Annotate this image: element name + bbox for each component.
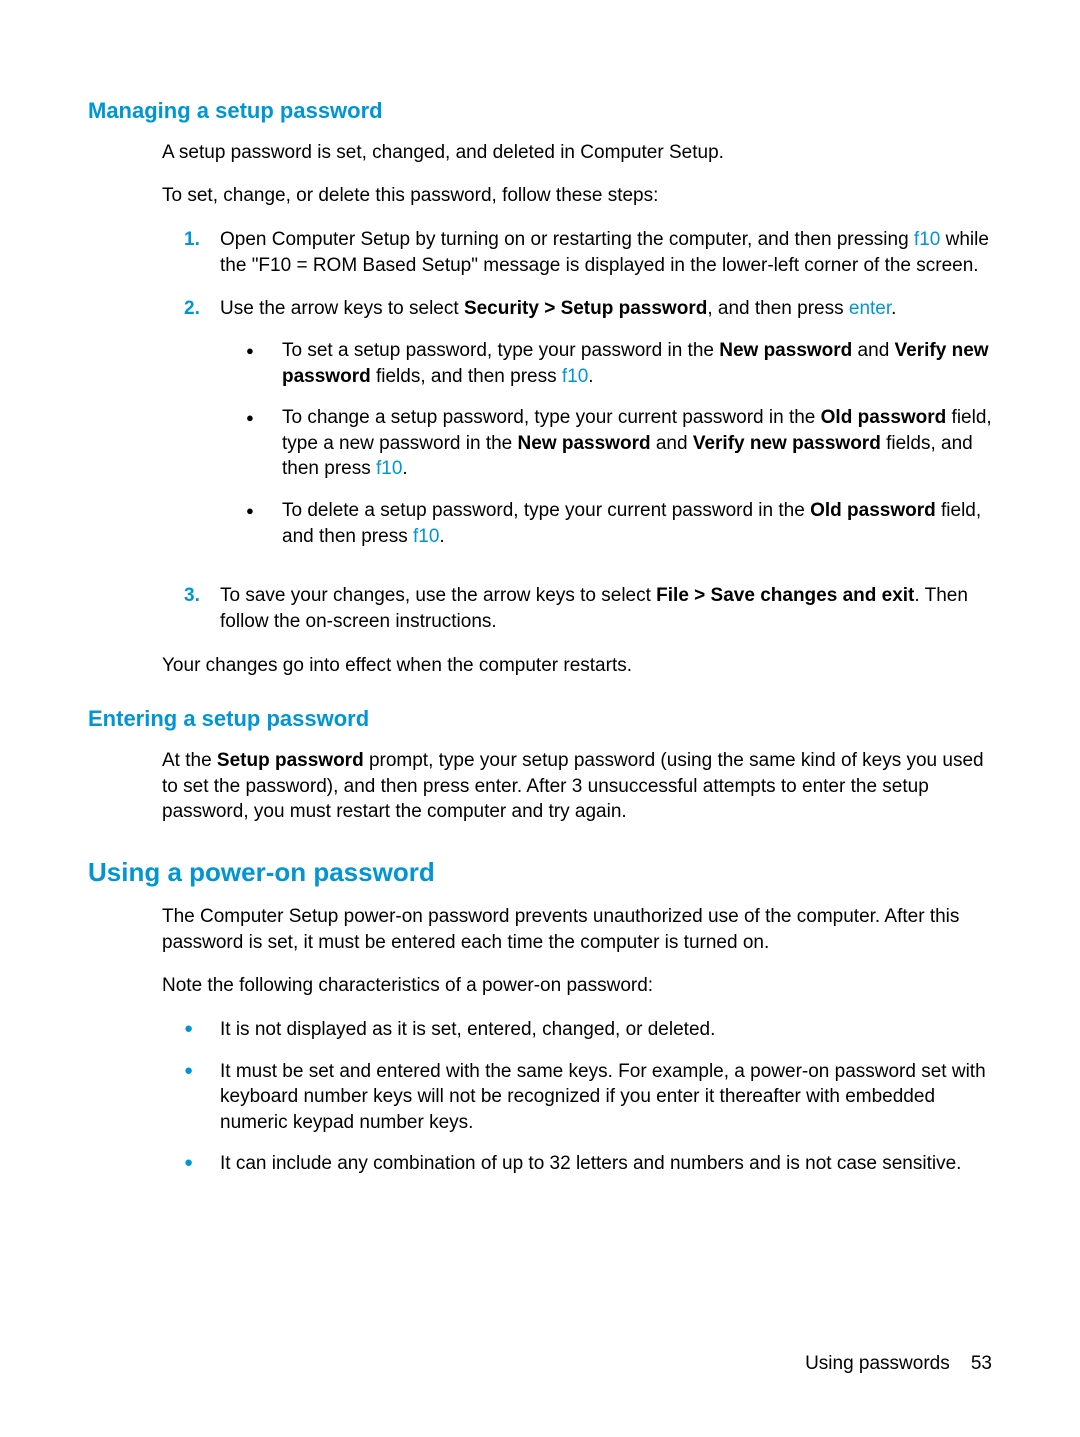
bullet-icon: ● <box>246 498 282 549</box>
page-footer: Using passwords 53 <box>805 1351 992 1377</box>
text: . <box>588 366 593 387</box>
page-number: 53 <box>971 1353 992 1374</box>
bold-text: Setup password <box>217 750 364 771</box>
bold-text: Old password <box>821 407 947 428</box>
ordered-list: 1. Open Computer Setup by turning on or … <box>184 227 992 635</box>
bold-text: Security > Setup password <box>464 298 707 319</box>
text: fields, and then press <box>371 366 562 387</box>
paragraph: To set, change, or delete this password,… <box>162 183 992 209</box>
keycap-f10: f10 <box>562 366 588 387</box>
keycap-f10: f10 <box>376 458 402 479</box>
heading-entering-setup-password: Entering a setup password <box>88 704 992 734</box>
text: Use the arrow keys to select <box>220 298 464 319</box>
heading-managing-setup-password: Managing a setup password <box>88 96 992 126</box>
step-content: Use the arrow keys to select Security > … <box>220 296 992 565</box>
text: . <box>402 458 407 479</box>
bullet-content: It is not displayed as it is set, entere… <box>220 1017 992 1043</box>
text: and <box>651 433 693 454</box>
text: . <box>891 298 896 319</box>
bullet-icon: ● <box>184 1151 220 1177</box>
text: At the <box>162 750 217 771</box>
step-content: Open Computer Setup by turning on or res… <box>220 227 992 278</box>
bold-text: Old password <box>810 500 936 521</box>
list-step-2: 2. Use the arrow keys to select Security… <box>184 296 992 565</box>
bullet-icon: ● <box>246 405 282 482</box>
sub-bullet-content: To set a setup password, type your passw… <box>282 338 992 389</box>
bullet-list: ● It is not displayed as it is set, ente… <box>184 1017 992 1177</box>
paragraph: The Computer Setup power-on password pre… <box>162 904 992 955</box>
step-number: 3. <box>184 583 220 634</box>
sub-bullet-item: ● To set a setup password, type your pas… <box>246 338 992 389</box>
paragraph: At the Setup password prompt, type your … <box>162 748 992 825</box>
keycap-f10: f10 <box>914 229 940 250</box>
keycap-f10: f10 <box>413 526 439 547</box>
list-step-3: 3. To save your changes, use the arrow k… <box>184 583 992 634</box>
bold-text: Verify new password <box>693 433 881 454</box>
sub-bullet-content: To change a setup password, type your cu… <box>282 405 992 482</box>
bullet-content: It can include any combination of up to … <box>220 1151 992 1177</box>
bold-text: File > Save changes and exit <box>656 585 914 606</box>
text: To set a setup password, type your passw… <box>282 340 719 361</box>
paragraph: Your changes go into effect when the com… <box>162 653 992 679</box>
keycap-enter: enter <box>849 298 891 319</box>
text: and <box>852 340 894 361</box>
bullet-item: ● It is not displayed as it is set, ente… <box>184 1017 992 1043</box>
list-step-1: 1. Open Computer Setup by turning on or … <box>184 227 992 278</box>
text: Open Computer Setup by turning on or res… <box>220 229 914 250</box>
paragraph: Note the following characteristics of a … <box>162 973 992 999</box>
footer-section-title: Using passwords <box>805 1353 950 1374</box>
heading-using-power-on-password: Using a power-on password <box>88 855 992 890</box>
bullet-item: ● It must be set and entered with the sa… <box>184 1059 992 1136</box>
text: . <box>439 526 444 547</box>
text: To save your changes, use the arrow keys… <box>220 585 656 606</box>
bullet-icon: ● <box>184 1017 220 1043</box>
sub-bullet-item: ● To change a setup password, type your … <box>246 405 992 482</box>
bullet-icon: ● <box>184 1059 220 1136</box>
bold-text: New password <box>719 340 852 361</box>
bold-text: New password <box>518 433 651 454</box>
document-page: Managing a setup password A setup passwo… <box>0 0 1080 1255</box>
sub-bullet-item: ● To delete a setup password, type your … <box>246 498 992 549</box>
bullet-content: It must be set and entered with the same… <box>220 1059 992 1136</box>
sub-bullet-content: To delete a setup password, type your cu… <box>282 498 992 549</box>
bullet-item: ● It can include any combination of up t… <box>184 1151 992 1177</box>
paragraph: A setup password is set, changed, and de… <box>162 140 992 166</box>
text: , and then press <box>707 298 849 319</box>
bullet-icon: ● <box>246 338 282 389</box>
text: To delete a setup password, type your cu… <box>282 500 810 521</box>
step-number: 2. <box>184 296 220 565</box>
step-content: To save your changes, use the arrow keys… <box>220 583 992 634</box>
sub-bullet-list: ● To set a setup password, type your pas… <box>246 338 992 549</box>
text: To change a setup password, type your cu… <box>282 407 821 428</box>
step-number: 1. <box>184 227 220 278</box>
